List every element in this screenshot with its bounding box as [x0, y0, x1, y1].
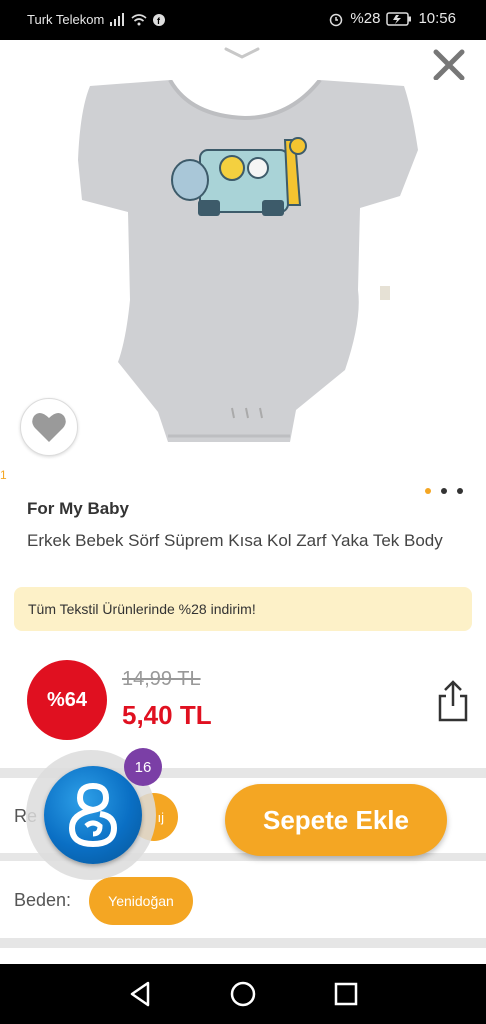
- promo-banner[interactable]: Tüm Tekstil Ürünlerinde %28 indirim!: [14, 587, 472, 631]
- share-icon[interactable]: [436, 680, 470, 722]
- section-divider: [0, 938, 486, 948]
- size-label: Beden:: [14, 890, 72, 910]
- discount-text: %64: [46, 688, 88, 711]
- alarm-icon: [330, 13, 343, 26]
- product-brand[interactable]: For My Baby: [27, 499, 129, 519]
- image-counter: 1: [0, 468, 7, 482]
- chevron-down-icon[interactable]: [222, 44, 262, 64]
- add-to-cart-label: Sepete Ekle: [263, 804, 409, 835]
- promo-text: Tüm Tekstil Ürünlerinde %28 indirim!: [28, 601, 256, 617]
- heart-icon: [32, 412, 66, 442]
- old-price: 14,99 TL: [122, 668, 201, 690]
- favorite-button[interactable]: [20, 398, 78, 456]
- clock: 10:56: [418, 10, 456, 27]
- status-right: %28 10:56: [328, 10, 456, 27]
- home-icon[interactable]: [227, 978, 259, 1010]
- current-price: 5,40 TL: [122, 700, 212, 730]
- recents-icon[interactable]: [330, 978, 362, 1010]
- assistant-logo-icon[interactable]: [44, 766, 142, 864]
- size-option-chip[interactable]: Yenidoğan: [89, 877, 193, 925]
- product-title: Erkek Bebek Sörf Süprem Kısa Kol Zarf Ya…: [27, 531, 443, 550]
- size-option-label: Yenidoğan: [108, 893, 174, 909]
- battery-icon: [386, 11, 412, 26]
- notification-count: 16: [134, 758, 152, 776]
- status-bar: Turk Telekom f %28 10:56: [0, 0, 486, 40]
- onesie-body: [78, 80, 418, 442]
- notification-badge: 16: [124, 748, 162, 786]
- gallery-pagination[interactable]: [425, 488, 463, 494]
- pagination-dot[interactable]: [457, 488, 463, 494]
- color-option-label: ıj: [157, 809, 165, 825]
- add-to-cart-button[interactable]: Sepete Ekle: [225, 784, 447, 856]
- discount-badge: %64: [27, 660, 107, 740]
- signal-icons: f: [110, 13, 165, 26]
- pagination-dot[interactable]: [425, 488, 431, 494]
- carrier-name: Turk Telekom: [27, 12, 105, 27]
- battery-percent: %28: [350, 10, 381, 27]
- logo-mark-icon: [68, 782, 118, 848]
- back-icon[interactable]: [124, 978, 156, 1010]
- pagination-dot[interactable]: [441, 488, 447, 494]
